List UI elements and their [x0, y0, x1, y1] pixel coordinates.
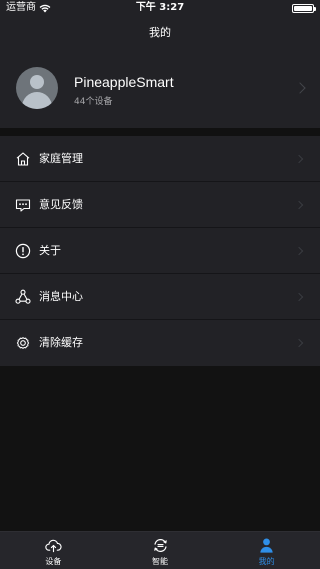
smart-sync-icon: [153, 539, 167, 552]
chevron-right-icon: [294, 338, 304, 348]
top-bar: 运营商 下午 3:27 我的: [0, 0, 320, 48]
settings-gear-icon: [16, 337, 30, 349]
avatar: [16, 67, 58, 109]
feedback-icon: [15, 199, 31, 212]
tab-label: 设备: [45, 557, 62, 566]
tab-mine[interactable]: 我的: [213, 532, 320, 569]
menu-label: 意见反馈: [39, 198, 83, 211]
battery-icon: [292, 4, 316, 13]
menu-item-message-center[interactable]: 消息中心: [0, 274, 320, 320]
person-icon: [260, 538, 273, 553]
menu-label: 消息中心: [39, 290, 83, 303]
page-title: 我的: [149, 26, 171, 39]
chevron-right-icon: [294, 200, 304, 210]
message-hub-icon: [15, 289, 31, 304]
avatar-body-shape: [22, 92, 52, 109]
tab-smart[interactable]: 智能: [107, 532, 214, 569]
info-icon: [15, 243, 31, 259]
app-root: 运营商 下午 3:27 我的 PineappleSmart 44个设备 家庭管理…: [0, 0, 320, 569]
menu-label: 清除缓存: [39, 336, 83, 349]
chevron-right-icon: [294, 154, 304, 164]
profile-card[interactable]: PineappleSmart 44个设备: [0, 48, 320, 128]
menu-label: 家庭管理: [39, 152, 83, 165]
chevron-right-icon: [294, 82, 306, 94]
status-bar: 运营商 下午 3:27: [0, 0, 320, 16]
device-count: 44个设备: [74, 97, 113, 107]
home-icon: [16, 152, 30, 166]
settings-menu: 家庭管理 意见反馈 关于 消息中心 清除缓存: [0, 136, 320, 366]
cloud-upload-icon: [45, 539, 62, 553]
tab-label: 智能: [152, 557, 168, 566]
menu-label: 关于: [39, 244, 61, 257]
battery-level: [294, 6, 312, 11]
profile-name: PineappleSmart: [74, 74, 174, 90]
chevron-right-icon: [294, 246, 304, 256]
menu-item-feedback[interactable]: 意见反馈: [0, 182, 320, 228]
chevron-right-icon: [294, 292, 304, 302]
menu-item-home-management[interactable]: 家庭管理: [0, 136, 320, 182]
status-time: 下午 3:27: [135, 2, 185, 13]
menu-item-clear-cache[interactable]: 清除缓存: [0, 320, 320, 366]
menu-item-about[interactable]: 关于: [0, 228, 320, 274]
section-divider: [0, 128, 320, 136]
tab-label: 我的: [258, 557, 275, 566]
tab-devices[interactable]: 设备: [0, 532, 107, 569]
tab-bar: 设备 智能 我的: [0, 531, 320, 569]
avatar-head-shape: [30, 75, 44, 89]
